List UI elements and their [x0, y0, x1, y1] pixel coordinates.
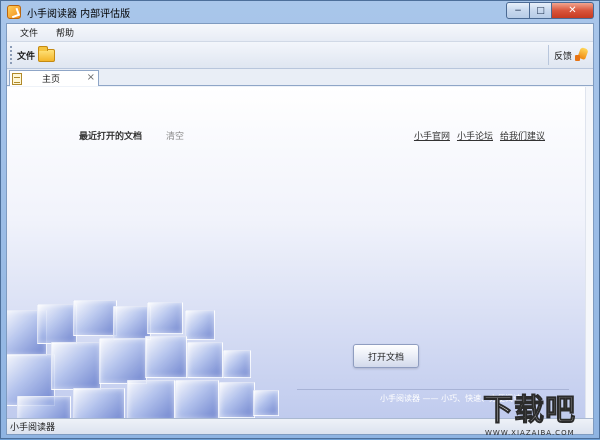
- toolbar-grip[interactable]: [10, 46, 13, 64]
- cube-shape: [253, 390, 279, 416]
- cube-shape: [113, 306, 151, 340]
- title-bar[interactable]: 小手阅读器 内部评估版 − □ ✕: [1, 1, 599, 23]
- tab-strip: 主页 ×: [7, 69, 593, 86]
- menu-file[interactable]: 文件: [17, 25, 41, 40]
- menu-bar: 文件 帮助: [7, 24, 593, 42]
- suggestion-link[interactable]: 给我们建议: [500, 129, 545, 142]
- cube-shape: [17, 396, 71, 418]
- cube-shape: [187, 342, 223, 378]
- app-logo-icon: [7, 5, 21, 19]
- status-text: 小手阅读器: [10, 423, 56, 433]
- window-controls: − □ ✕: [506, 2, 594, 19]
- tab-close-icon[interactable]: ×: [87, 72, 95, 83]
- feedback-label: 反馈: [553, 51, 572, 62]
- cube-shape: [37, 304, 77, 344]
- watermark-url: WWW.XIAZAIBA.COM: [485, 429, 575, 437]
- official-site-link[interactable]: 小手官网: [414, 129, 450, 142]
- tab-home[interactable]: 主页 ×: [9, 70, 99, 86]
- tab-home-label: 主页: [42, 75, 61, 85]
- cube-shape: [185, 310, 215, 340]
- watermark-text: 下载吧: [483, 393, 576, 429]
- cube-shape: [51, 342, 101, 390]
- thumbs-up-icon: [575, 48, 589, 62]
- feedback-button[interactable]: 反馈: [547, 45, 589, 65]
- clear-recent-link[interactable]: 清空: [166, 129, 184, 142]
- folder-icon: [38, 45, 56, 62]
- close-button[interactable]: ✕: [552, 2, 594, 19]
- cube-shape: [175, 380, 219, 418]
- document-icon: [12, 72, 22, 85]
- app-window: 小手阅读器 内部评估版 − □ ✕ 文件 帮助 文件 反馈 主页 × 最近打开的…: [0, 0, 600, 439]
- maximize-button[interactable]: □: [530, 2, 552, 19]
- open-document-button[interactable]: 打开文档: [353, 344, 419, 368]
- vertical-scrollbar[interactable]: [585, 87, 593, 418]
- cube-shape: [145, 336, 187, 378]
- cube-shape: [219, 382, 255, 418]
- menu-help[interactable]: 帮助: [53, 25, 77, 40]
- minimize-button[interactable]: −: [506, 2, 530, 19]
- top-links: 小手官网 小手论坛 给我们建议: [407, 129, 545, 142]
- cube-shape: [73, 300, 117, 336]
- window-title: 小手阅读器 内部评估版: [27, 8, 131, 20]
- decorative-cubes-image: [7, 300, 287, 418]
- toolbar: 文件 反馈: [7, 42, 593, 69]
- client-area: 文件 帮助 文件 反馈 主页 × 最近打开的文档 清空 小手官网 小手论坛 给我…: [6, 23, 594, 435]
- home-page: 最近打开的文档 清空 小手官网 小手论坛 给我们建议 打开文档 小手阅读器 ——…: [7, 87, 593, 418]
- recent-documents-label: 最近打开的文档: [79, 132, 143, 142]
- cube-shape: [127, 380, 175, 418]
- cube-shape: [73, 388, 125, 418]
- toolbar-file-button[interactable]: 文件: [17, 45, 56, 62]
- cube-shape: [99, 338, 147, 384]
- cube-shape: [223, 350, 251, 378]
- toolbar-file-label: 文件: [17, 51, 36, 62]
- cube-shape: [147, 302, 183, 334]
- watermark-logo: 下载吧 WWW.XIAZAIBA.COM: [483, 385, 599, 440]
- forum-link[interactable]: 小手论坛: [457, 129, 493, 142]
